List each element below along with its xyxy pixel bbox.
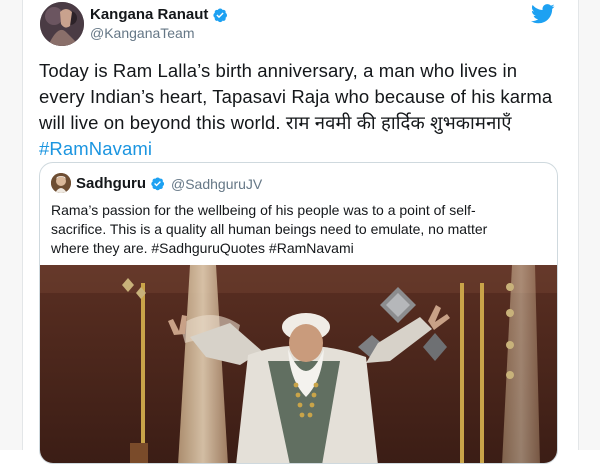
- author-avatar[interactable]: [40, 2, 84, 46]
- quoted-tweet[interactable]: Sadhguru @SadhguruJV Rama’s passion for …: [39, 162, 558, 464]
- quoted-text-line: Rama’s passion for the wellbeing of his …: [51, 202, 476, 218]
- quoted-author-name[interactable]: Sadhguru: [76, 175, 146, 192]
- quoted-text-line: sacrifice. This is a quality all human b…: [51, 221, 488, 237]
- twitter-bird-icon[interactable]: [530, 4, 555, 24]
- quoted-tweet-text: Rama’s passion for the wellbeing of his …: [51, 201, 546, 258]
- verified-badge-icon: [150, 176, 165, 191]
- tweet-text-line: Today is Ram Lalla’s birth anniversary, …: [39, 60, 518, 81]
- tweet-text-line: will live on beyond this world. राम नवमी…: [39, 112, 512, 133]
- tweet-text-line: every Indian’s heart, Tapasavi Raja who …: [39, 86, 553, 107]
- quoted-tweet-photo[interactable]: [40, 265, 557, 463]
- quoted-author-avatar[interactable]: [51, 173, 71, 193]
- author-handle[interactable]: @KanganaTeam: [90, 25, 195, 41]
- verified-badge-icon: [212, 7, 228, 23]
- quoted-author-row: Sadhguru @SadhguruJV: [76, 175, 262, 192]
- tweet-text: Today is Ram Lalla’s birth anniversary, …: [39, 58, 569, 162]
- quoted-author-handle[interactable]: @SadhguruJV: [171, 176, 262, 192]
- tweet-card: Kangana Ranaut @KanganaTeam Today is Ram…: [23, 0, 578, 464]
- quoted-text-line: where they are. #SadhguruQuotes #RamNava…: [51, 240, 354, 256]
- hashtag-link[interactable]: #RamNavami: [39, 136, 569, 162]
- author-name-row: Kangana Ranaut: [90, 6, 228, 23]
- page-left-edge: [0, 0, 23, 450]
- author-name[interactable]: Kangana Ranaut: [90, 6, 208, 23]
- page-right-edge: [578, 0, 600, 450]
